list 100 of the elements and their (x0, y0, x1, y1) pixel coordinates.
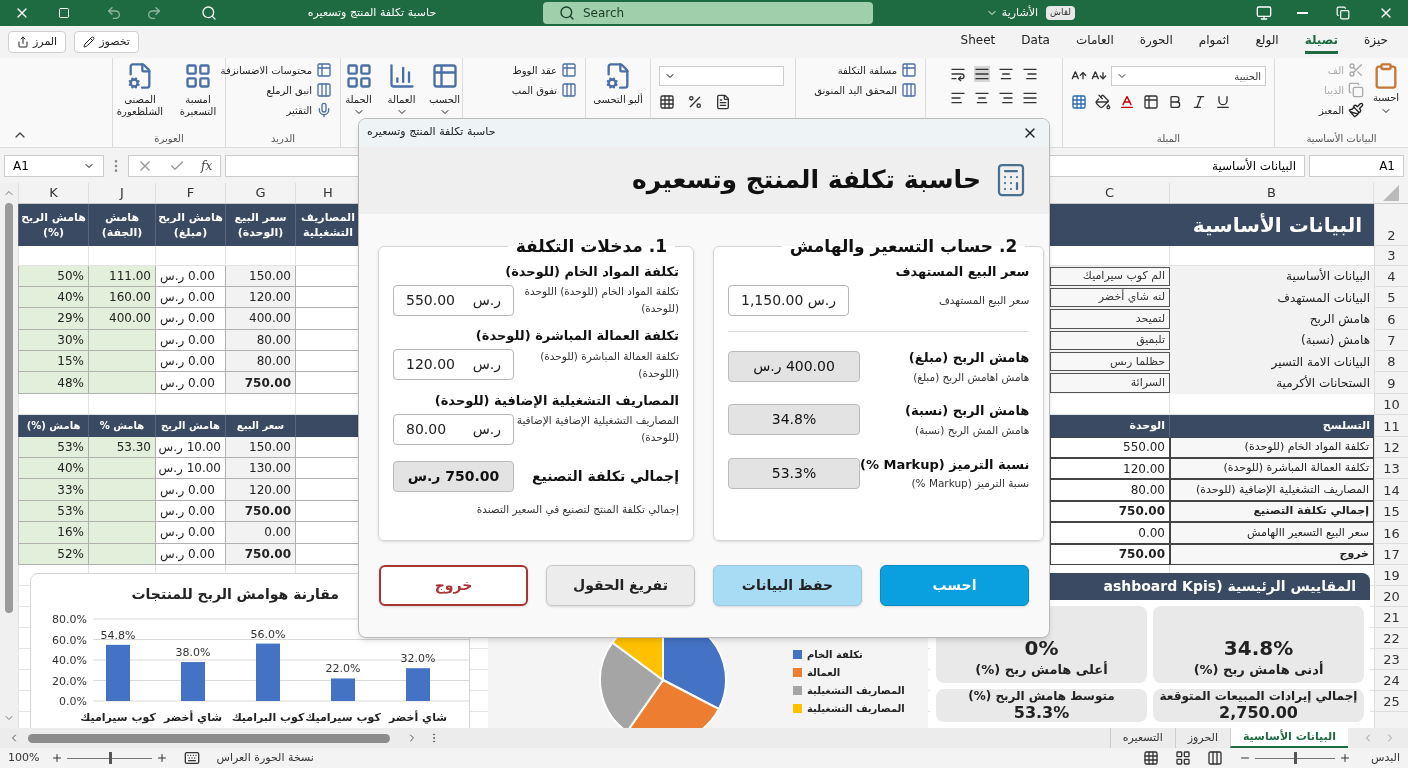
table-icon (901, 62, 917, 78)
zoom-level[interactable]: 100% (8, 749, 40, 767)
bar (256, 643, 280, 701)
name-box[interactable]: A1 (1309, 154, 1404, 177)
row-number[interactable]: 2 (1387, 226, 1396, 245)
table-cell-text: 10.00 ر.س (160, 460, 221, 478)
column-letter[interactable]: J (120, 183, 124, 203)
account-badge: لقاش (1045, 6, 1075, 20)
align-left-icon[interactable] (950, 90, 966, 106)
page-break-icon[interactable] (1207, 750, 1224, 766)
ribbon-action-button[interactable]: تخصوز (74, 31, 139, 53)
ribbon-button[interactable]: محتوسات الاضسانزفة (220, 62, 332, 78)
ribbon-button[interactable]: ألبو التحسى (593, 62, 643, 106)
column-letter[interactable]: C (1104, 183, 1115, 203)
table-cell: لنه شاي أخضر (1050, 287, 1170, 308)
horizontal-scrollbar-thumb[interactable] (28, 733, 390, 743)
ribbon-button[interactable]: مسلفة التكلفة (837, 62, 917, 78)
vertical-scrollbar-thumb[interactable] (5, 203, 13, 613)
percent-icon[interactable] (687, 94, 703, 110)
zoom-slider[interactable] (67, 752, 153, 764)
font-name-dropdown[interactable]: الحنبية (1111, 66, 1266, 86)
align-bottom-icon[interactable] (1022, 66, 1038, 82)
ribbon-button[interactable]: الحملة (341, 62, 376, 118)
sheet-tab[interactable]: البيانات الأساسية (1229, 728, 1348, 748)
column-letter[interactable]: K (49, 183, 58, 203)
account-menu[interactable]: الأشارية (985, 4, 1038, 22)
column-letter[interactable]: H (323, 183, 333, 203)
ribbon-button[interactable]: انبق الرملع (266, 82, 332, 98)
column-header: المصاريف التشغيلية (300, 209, 356, 240)
grid-icon[interactable] (659, 94, 675, 110)
ribbon-tab[interactable]: اثموام (1198, 30, 1230, 54)
normal-view-icon[interactable] (1143, 750, 1160, 766)
table-cell: السرائة (1050, 373, 1170, 393)
search-icon[interactable] (201, 5, 217, 21)
table-icon[interactable] (1143, 94, 1159, 110)
table-icon (430, 62, 459, 90)
zoom-in-icon[interactable] (1339, 752, 1352, 764)
ribbon-button[interactable]: التقثير (286, 102, 332, 118)
zoom-slider[interactable] (1255, 752, 1336, 764)
ribbon-button[interactable]: العمالة (384, 62, 419, 118)
fill-color-icon[interactable] (1095, 94, 1111, 110)
ribbon-button[interactable]: المصنى الشلظعورة (115, 62, 165, 118)
group-label: العوبرة (154, 132, 184, 146)
ribbon-tab[interactable]: العامات (1075, 30, 1114, 54)
table-cell-text: 15% (57, 353, 84, 371)
wrap-text-icon[interactable] (950, 66, 966, 82)
ribbon-button[interactable]: الحسب (427, 62, 462, 118)
undo-icon (106, 5, 122, 21)
ribbon-button[interactable]: المعبز (1319, 102, 1364, 118)
microphone-icon (316, 102, 332, 118)
ribbon-tab[interactable]: تصيلة (1304, 30, 1339, 54)
justify-icon[interactable] (1022, 90, 1038, 106)
axis-tick-label: 80.0% (52, 613, 87, 626)
keyboard-icon[interactable] (184, 750, 201, 766)
ribbon-tab[interactable]: Data (1021, 30, 1050, 54)
table-cell-text: 150.00 (249, 438, 291, 456)
zoom-in-icon[interactable] (156, 752, 169, 764)
ribbon-tab[interactable]: الحورة (1139, 30, 1173, 54)
ribbon-tab[interactable]: الولع (1255, 30, 1279, 54)
axis-tick-label: 0.0% (59, 695, 87, 708)
dialog-button[interactable]: حفظ البيانات (713, 565, 862, 606)
page-layout-icon[interactable] (1175, 750, 1192, 766)
field-label: تكلفة العمالة المباشرة (للوحدة) (474, 327, 679, 345)
insert-function-button[interactable]: fx (201, 156, 213, 175)
borders-icon[interactable] (1071, 94, 1087, 110)
data-label: 54.8% (100, 628, 136, 642)
underline-icon[interactable] (1215, 94, 1231, 110)
result-hint: نسبة الترميز (Markup %) (910, 476, 1030, 492)
bold-icon[interactable] (1167, 94, 1183, 110)
align-top-icon[interactable] (974, 66, 990, 82)
zoom-in-icon[interactable] (51, 752, 64, 764)
column-letter[interactable]: G (255, 183, 266, 203)
dialog-button[interactable]: خروج (379, 565, 528, 606)
ribbon-action-button[interactable]: المرز (8, 31, 67, 53)
align-right-icon[interactable] (998, 90, 1014, 106)
align-middle-icon[interactable] (998, 66, 1014, 82)
result-field: 34.8% (728, 404, 860, 436)
column-header: هامش (%) (26, 419, 81, 434)
table-cell-text: 30% (57, 331, 84, 349)
ribbon-button[interactable]: عقد الووط (512, 62, 577, 78)
column-letter[interactable]: F (186, 183, 195, 203)
column-letter[interactable]: B (1267, 183, 1276, 203)
field-label: تكلفة المواد الخام (للوحدة) (504, 262, 679, 281)
font-color-icon[interactable] (1119, 94, 1135, 110)
ribbon-tab[interactable]: Sheet (960, 30, 996, 54)
document-icon[interactable] (715, 94, 731, 110)
ribbon-tab[interactable]: حيزة (1364, 30, 1388, 54)
align-center-icon[interactable] (974, 90, 990, 106)
italic-icon[interactable] (1191, 94, 1207, 110)
result-field: 53.3% (728, 457, 860, 489)
paste-button[interactable]: احسبة (1372, 62, 1400, 118)
table-cell-text: 50% (57, 267, 84, 285)
ribbon-button[interactable]: المحقق اليد المنونق (814, 82, 917, 98)
monitor-icon[interactable] (1256, 5, 1272, 21)
search-field[interactable]: Search (543, 2, 873, 24)
ribbon-button[interactable]: تفوق المب (511, 82, 577, 98)
redo-icon (146, 5, 162, 21)
name-box[interactable]: A1 (4, 154, 104, 177)
dialog-button[interactable]: تفريغ الحقول (546, 565, 695, 606)
table-cell-text: 0.00 ر.س (160, 481, 216, 499)
